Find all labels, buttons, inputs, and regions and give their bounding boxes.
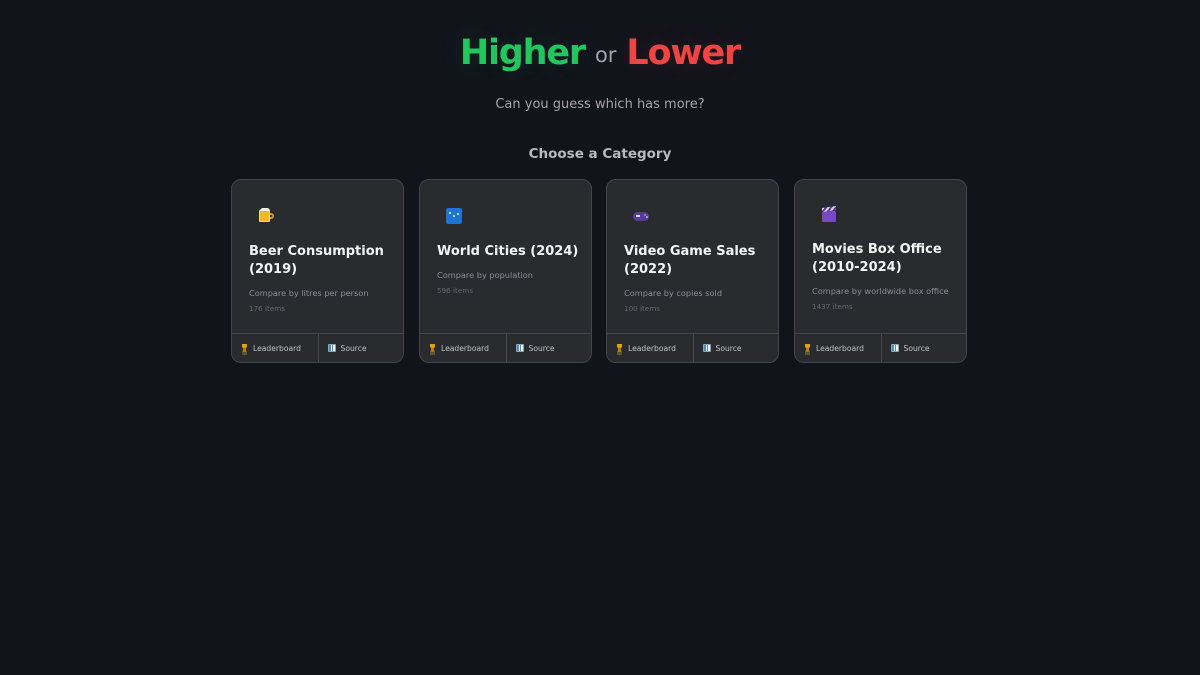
source-button[interactable]: Source [880,334,967,362]
card-description: Compare by worldwide box office [812,286,949,296]
world-cities-icon [444,206,464,226]
card-footer: Leaderboard Source [232,333,403,362]
title-text-group: Higher or Lower [459,33,741,73]
or-title: or [594,43,617,67]
card-content: Movies Box Office (2010-2024) Compare by… [812,241,954,311]
gamepad-icon [631,206,651,226]
source-icon [515,344,524,352]
beer-mug-icon [256,206,276,226]
trophy-icon [804,344,811,352]
card-footer: Leaderboard Source [420,333,591,362]
leaderboard-button[interactable]: Leaderboard [232,334,318,362]
category-section-title: Choose a Category [528,146,672,162]
category-card-movies-box-office[interactable]: Movies Box Office (2010-2024) Compare by… [794,179,967,363]
card-footer: Leaderboard Source [795,333,966,362]
leaderboard-label: Leaderboard [441,343,489,353]
card-title: Beer Consumption (2019) [249,244,384,277]
source-button[interactable]: Source [317,334,404,362]
card-item-count: 1437 items [812,302,853,311]
source-icon [327,344,336,352]
category-card-world-cities[interactable]: World Cities (2024) Compare by populatio… [419,179,592,363]
source-button[interactable]: Source [505,334,592,362]
clapper-board-icon [819,206,839,226]
source-button[interactable]: Source [692,334,779,362]
trophy-icon [429,344,436,352]
card-item-count: 596 items [437,286,473,295]
leaderboard-label: Leaderboard [253,343,301,353]
card-item-count: 100 items [624,304,660,313]
game-title: Higher or Lower [0,36,1200,71]
card-footer: Leaderboard Source [607,333,778,362]
page: Higher or Lower Can you guess which has … [0,0,1200,675]
card-title: World Cities (2024) [437,244,579,259]
trophy-icon [616,344,623,352]
card-content: World Cities (2024) Compare by populatio… [437,243,579,295]
card-title: Video Game Sales (2022) [624,244,756,277]
source-icon [702,344,711,352]
card-title: Movies Box Office (2010-2024) [812,242,942,275]
card-description: Compare by population [437,270,533,280]
leaderboard-button[interactable]: Leaderboard [607,334,693,362]
card-description: Compare by litres per person [249,288,369,298]
card-description: Compare by copies sold [624,288,723,298]
source-label: Source [528,343,555,353]
category-card-beer-consumption[interactable]: Beer Consumption (2019) Compare by litre… [231,179,404,363]
subtitle: Can you guess which has more? [495,97,705,112]
category-card-list: Beer Consumption (2019) Compare by litre… [231,179,971,365]
category-card-video-game-sales[interactable]: Video Game Sales (2022) Compare by copie… [606,179,779,363]
source-label: Source [903,343,930,353]
source-label: Source [340,343,367,353]
leaderboard-button[interactable]: Leaderboard [420,334,506,362]
source-icon [890,344,899,352]
lower-title: Lower [626,33,741,73]
source-label: Source [715,343,742,353]
leaderboard-button[interactable]: Leaderboard [795,334,881,362]
card-content: Video Game Sales (2022) Compare by copie… [624,243,766,313]
higher-title: Higher [459,33,586,73]
leaderboard-label: Leaderboard [816,343,864,353]
leaderboard-label: Leaderboard [628,343,676,353]
card-content: Beer Consumption (2019) Compare by litre… [249,243,391,313]
card-item-count: 176 items [249,304,285,313]
trophy-icon [241,344,248,352]
